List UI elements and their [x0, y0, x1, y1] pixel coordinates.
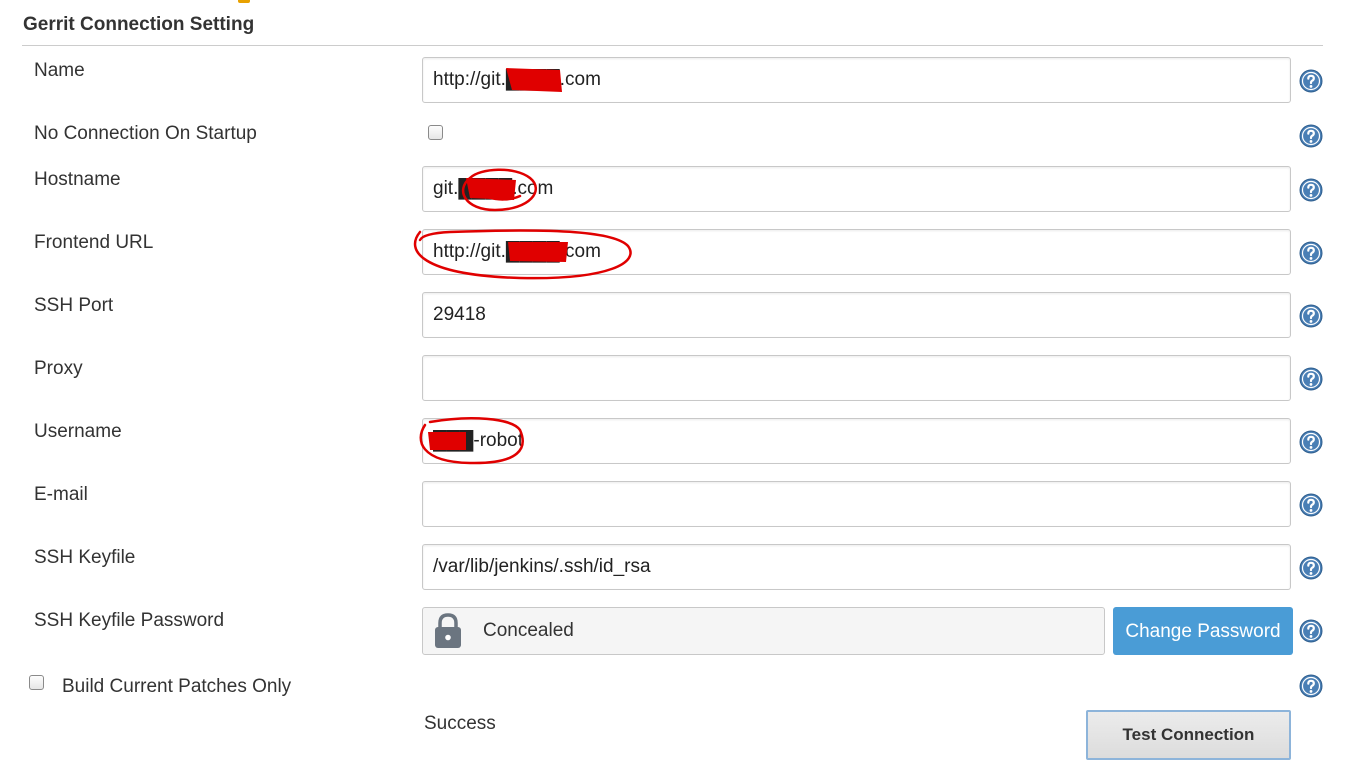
test-connection-button[interactable]: Test Connection [1086, 710, 1291, 760]
name-label: Name [34, 60, 85, 81]
frontend-url-label: Frontend URL [34, 232, 154, 253]
concealed-text: Concealed [483, 620, 574, 641]
hostname-label: Hostname [34, 169, 121, 190]
help-icon[interactable] [1299, 69, 1323, 93]
help-icon[interactable] [1299, 304, 1323, 328]
no-connection-checkbox[interactable] [428, 125, 443, 140]
change-password-button[interactable]: Change Password [1113, 607, 1293, 655]
proxy-label: Proxy [34, 358, 83, 379]
build-current-patches-label: Build Current Patches Only [62, 676, 292, 697]
name-input[interactable] [422, 57, 1291, 103]
help-icon[interactable] [1299, 124, 1323, 148]
help-icon[interactable] [1299, 430, 1323, 454]
username-input[interactable] [422, 418, 1291, 464]
ssh-keyfile-password-label: SSH Keyfile Password [34, 610, 225, 631]
section-divider [22, 45, 1323, 46]
email-input[interactable] [422, 481, 1291, 527]
concealed-password-field: Concealed [422, 607, 1105, 655]
lock-icon [435, 613, 461, 648]
section-title: Gerrit Connection Setting [23, 14, 255, 35]
hostname-input[interactable] [422, 166, 1291, 212]
build-current-patches-checkbox[interactable] [29, 675, 44, 690]
help-icon[interactable] [1299, 367, 1323, 391]
proxy-input[interactable] [422, 355, 1291, 401]
connection-status: Success [424, 713, 496, 734]
ssh-keyfile-input[interactable] [422, 544, 1291, 590]
username-label: Username [34, 421, 122, 442]
help-icon[interactable] [1299, 556, 1323, 580]
help-icon[interactable] [1299, 674, 1323, 698]
frontend-url-input[interactable] [422, 229, 1291, 275]
top-accent-bar [238, 0, 250, 3]
help-icon[interactable] [1299, 241, 1323, 265]
help-icon[interactable] [1299, 619, 1323, 643]
no-connection-label: No Connection On Startup [34, 123, 257, 144]
ssh-port-input[interactable] [422, 292, 1291, 338]
ssh-keyfile-label: SSH Keyfile [34, 547, 136, 568]
help-icon[interactable] [1299, 493, 1323, 517]
email-label: E-mail [34, 484, 88, 505]
ssh-port-label: SSH Port [34, 295, 114, 316]
help-icon[interactable] [1299, 178, 1323, 202]
